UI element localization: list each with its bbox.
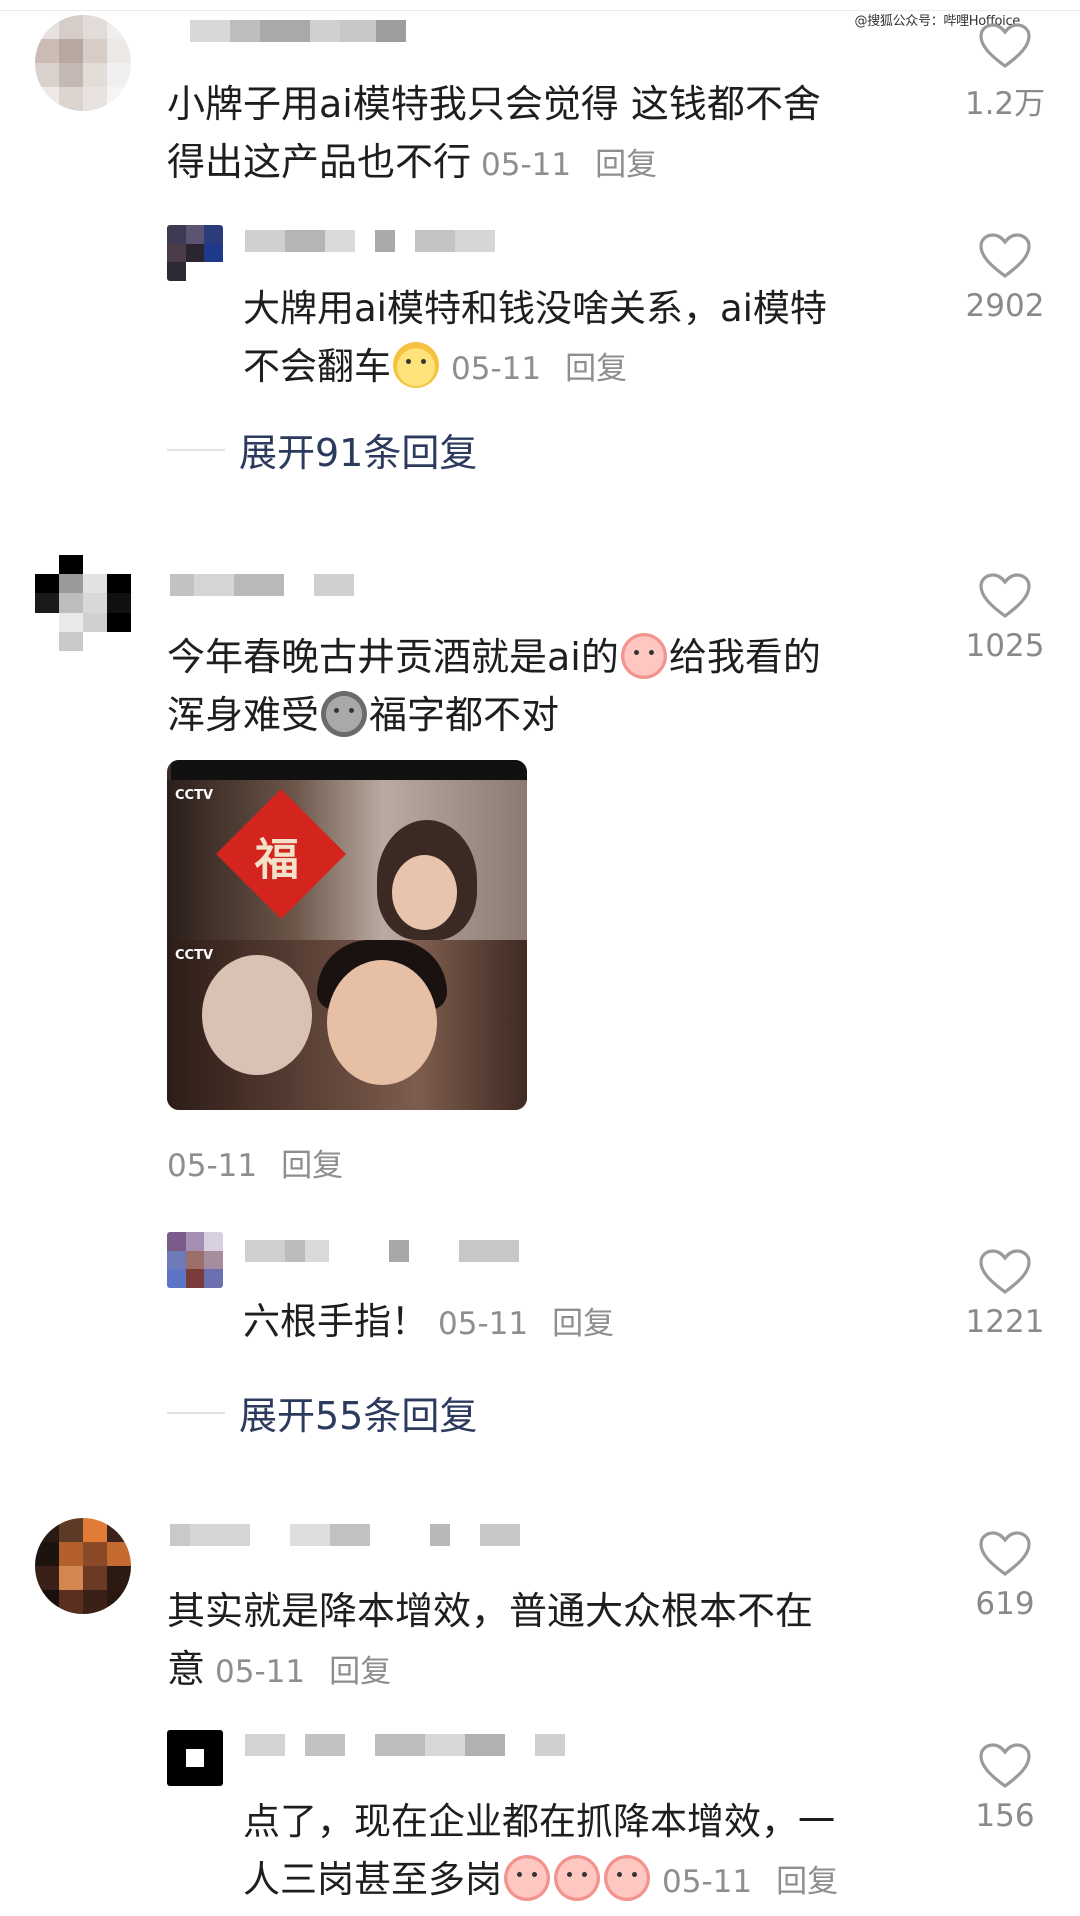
like-button[interactable]: 2902	[945, 232, 1065, 324]
crying-face-emoji-icon	[504, 1855, 550, 1901]
cctv-logo: CCTV	[175, 788, 214, 803]
grey-blob-emoji-icon	[321, 691, 368, 737]
heart-icon	[979, 23, 1031, 68]
like-button[interactable]: 1.2万	[945, 22, 1065, 123]
crying-face-emoji-icon	[604, 1855, 650, 1901]
expand-label: 展开55条回复	[239, 1394, 478, 1438]
comment-text: 其实就是降本增效，普通大众根本不在 意 05-11 回复	[167, 1589, 814, 1691]
grandma-face	[202, 955, 312, 1075]
username-blurred[interactable]	[245, 228, 495, 254]
dog-face-emoji-icon	[393, 342, 439, 388]
like-button[interactable]: 619	[945, 1530, 1065, 1622]
like-count: 1025	[965, 628, 1045, 664]
username-blurred[interactable]	[245, 1732, 565, 1758]
like-count: 156	[975, 1798, 1035, 1834]
comment-text: 小牌子用ai模特我只会觉得 这钱都不舍 得出这产品也不行 05-11 回复	[167, 82, 821, 184]
expand-label: 展开91条回复	[239, 431, 478, 475]
username-blurred[interactable]	[245, 1238, 519, 1264]
heart-icon	[979, 1249, 1031, 1294]
like-button[interactable]: 156	[945, 1742, 1065, 1834]
comment-date: 05-11	[215, 1654, 306, 1690]
expand-replies-button[interactable]: 展开55条回复	[167, 1385, 477, 1440]
comment-date: 05-11	[481, 147, 572, 183]
like-button[interactable]: 1221	[945, 1248, 1065, 1340]
username-blurred[interactable]	[170, 1522, 520, 1548]
avatar[interactable]	[167, 225, 223, 281]
expand-dash	[167, 448, 225, 451]
avatar[interactable]	[35, 555, 131, 651]
reply-button[interactable]: 回复	[776, 1864, 838, 1900]
comment-date: 05-11	[451, 351, 542, 387]
reply-text: 大牌用ai模特和钱没啥关系，ai模特 不会翻车 05-11 回复	[243, 287, 827, 388]
comment-date: 05-11	[167, 1148, 258, 1184]
like-button[interactable]: 1025	[945, 572, 1065, 664]
girl-face	[392, 855, 457, 930]
expand-replies-button[interactable]: 展开91条回复	[167, 422, 477, 477]
comment-meta: 05-11 回复	[471, 147, 657, 183]
reply-button[interactable]: 回复	[552, 1306, 614, 1342]
heart-icon	[979, 573, 1031, 618]
reply-button[interactable]: 回复	[329, 1654, 391, 1690]
avatar[interactable]	[35, 15, 131, 111]
username-blurred[interactable]	[170, 572, 374, 598]
image-caption-bar	[171, 760, 527, 780]
comment-image[interactable]: 福 CCTV CCTV	[167, 760, 527, 1110]
expand-dash	[167, 1411, 225, 1414]
comment-date: 05-11	[662, 1864, 753, 1900]
avatar[interactable]	[35, 1518, 131, 1614]
comment-meta: 05-11 回复	[428, 1306, 614, 1342]
crying-face-emoji-icon	[554, 1855, 600, 1901]
reply-button[interactable]: 回复	[281, 1148, 343, 1184]
reply-button[interactable]: 回复	[595, 147, 657, 183]
fu-char: 福	[254, 834, 299, 886]
comment-meta: 05-11 回复	[652, 1864, 838, 1900]
avatar[interactable]	[167, 1232, 223, 1288]
username-blurred[interactable]	[190, 18, 406, 44]
avatar[interactable]	[167, 1730, 223, 1786]
comment-date: 05-11	[438, 1306, 529, 1342]
like-count: 1.2万	[964, 86, 1046, 122]
like-count: 2902	[965, 288, 1045, 324]
reply-text: 六根手指！ 05-11 回复	[243, 1300, 615, 1343]
cctv-logo: CCTV	[175, 948, 214, 963]
heart-icon	[979, 1531, 1031, 1576]
like-count: 619	[975, 1586, 1035, 1622]
comment-meta: 05-11 回复	[205, 1654, 391, 1690]
heart-icon	[979, 1743, 1031, 1788]
comment-text: 今年春晚古井贡酒就是ai的 给我看的 浑身难受 福字都不对	[167, 633, 821, 737]
reply-button[interactable]: 回复	[565, 351, 627, 387]
kid-face	[327, 960, 437, 1085]
comment-meta: 05-11 回复	[167, 1140, 343, 1185]
reply-text: 点了，现在企业都在抓降本增效，一 人三岗甚至多岗 05-11 回复	[243, 1800, 839, 1901]
comment-meta: 05-11 回复	[441, 351, 627, 387]
like-count: 1221	[965, 1304, 1045, 1340]
crying-face-emoji-icon	[620, 633, 667, 679]
heart-icon	[979, 233, 1031, 278]
